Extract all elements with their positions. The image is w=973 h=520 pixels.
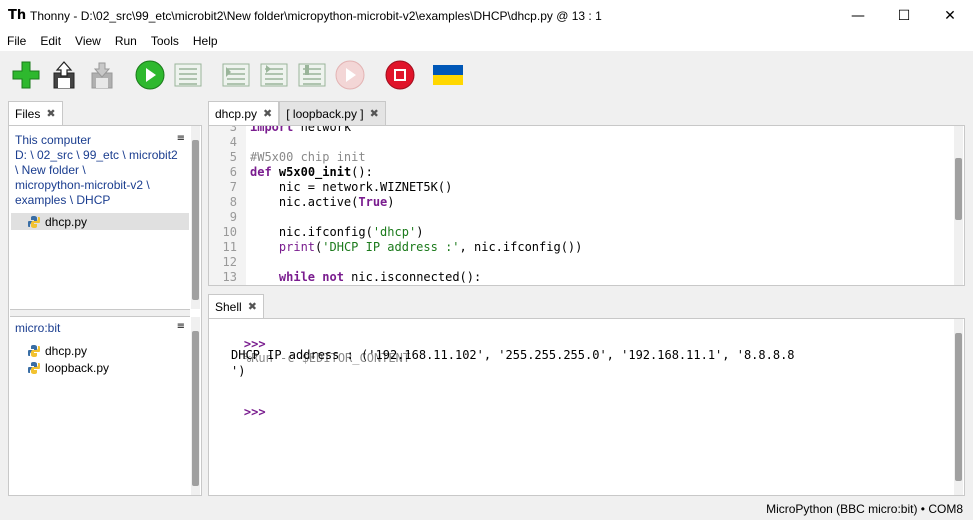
- shell-prompt: >>>: [243, 405, 266, 419]
- close-icon[interactable]: ✖: [263, 107, 272, 120]
- shell-output: DHCP IP address : ('192.168.11.102', '25…: [231, 348, 795, 362]
- close-icon[interactable]: ✖: [370, 107, 379, 120]
- stop-icon[interactable]: [384, 59, 416, 91]
- path-segment[interactable]: \ New folder \: [15, 163, 185, 178]
- line-number: 13: [222, 270, 237, 284]
- tab-label: dhcp.py: [215, 106, 258, 121]
- editor-tab-bar: dhcp.py ✖ [ loopback.py ] ✖: [208, 101, 386, 125]
- tab-loopback-py[interactable]: [ loopback.py ] ✖: [279, 101, 386, 125]
- code-line[interactable]: nic = network.WIZNET5K(): [250, 180, 452, 195]
- close-icon[interactable]: ✖: [248, 300, 257, 313]
- run-icon[interactable]: [134, 59, 166, 91]
- code-line[interactable]: def w5x00_init():: [250, 165, 373, 180]
- menu-icon[interactable]: ≡: [177, 133, 185, 144]
- scrollbar[interactable]: [954, 126, 963, 285]
- scrollbar[interactable]: [954, 319, 963, 495]
- line-number: 12: [222, 255, 237, 269]
- line-number: 3: [229, 125, 237, 134]
- microbit-title: micro:bit: [15, 321, 61, 335]
- new-file-icon[interactable]: [10, 59, 42, 91]
- menu-help[interactable]: Help: [186, 34, 225, 48]
- python-file-icon: [28, 344, 40, 357]
- file-name: loopback.py: [45, 360, 110, 375]
- files-panel: This computer ≡ D: \ 02_src \ 99_etc \ m…: [8, 125, 202, 496]
- line-number: 10: [222, 225, 237, 239]
- resume-icon[interactable]: [334, 59, 366, 91]
- shell-tab-bar: Shell ✖: [208, 294, 264, 318]
- scrollbar-thumb[interactable]: [955, 158, 962, 220]
- step-out-icon[interactable]: [296, 59, 328, 91]
- scrollbar[interactable]: [191, 317, 200, 495]
- close-icon[interactable]: ✖: [46, 107, 55, 120]
- path-segment[interactable]: micropython-microbit-v2 \: [15, 178, 185, 193]
- tab-dhcp-py[interactable]: dhcp.py ✖: [208, 101, 280, 125]
- close-button[interactable]: ✕: [927, 0, 973, 31]
- debug-icon[interactable]: [172, 59, 204, 91]
- line-number: 11: [222, 240, 237, 254]
- code-line[interactable]: while not nic.isconnected():: [250, 270, 481, 285]
- section-divider[interactable]: [10, 309, 190, 317]
- status-bar: MicroPython (BBC micro:bit) • COM8: [0, 498, 973, 520]
- path-segment[interactable]: D: \ 02_src \ 99_etc \ microbit2: [15, 148, 185, 163]
- list-item[interactable]: dhcp.py: [11, 213, 189, 230]
- window-title: Thonny - D:\02_src\99_etc\microbit2\New …: [30, 8, 602, 23]
- line-number: 4: [229, 135, 237, 149]
- load-icon[interactable]: [48, 59, 80, 91]
- ukraine-flag-icon[interactable]: [432, 59, 464, 91]
- menu-edit[interactable]: Edit: [33, 34, 68, 48]
- scrollbar-thumb[interactable]: [192, 140, 199, 300]
- code-line[interactable]: print('DHCP IP address :', nic.ifconfig(…: [250, 240, 582, 255]
- maximize-button[interactable]: ☐: [881, 0, 927, 31]
- thonny-logo-icon: Th: [8, 7, 27, 23]
- save-icon[interactable]: [86, 59, 118, 91]
- line-number: 5: [229, 150, 237, 164]
- scrollbar-thumb[interactable]: [955, 333, 962, 481]
- file-name: dhcp.py: [45, 343, 88, 358]
- code-line[interactable]: import network: [250, 126, 351, 135]
- menu-view[interactable]: View: [68, 34, 108, 48]
- this-computer-title: This computer: [15, 133, 92, 147]
- tab-files-label: Files: [15, 106, 41, 121]
- line-number: 9: [229, 210, 237, 224]
- menu-file[interactable]: File: [0, 34, 33, 48]
- scrollbar-thumb[interactable]: [192, 331, 199, 486]
- files-tab-bar: Files ✖: [8, 101, 63, 125]
- code-line[interactable]: nic.ifconfig('dhcp'): [250, 225, 424, 240]
- step-into-icon[interactable]: [258, 59, 290, 91]
- tab-label: [ loopback.py ]: [286, 106, 364, 121]
- title-bar: Th Thonny - D:\02_src\99_etc\microbit2\N…: [0, 0, 973, 31]
- menu-bar: File Edit View Run Tools Help: [0, 31, 973, 51]
- menu-icon[interactable]: ≡: [177, 321, 185, 332]
- path-segment[interactable]: examples \ DHCP: [15, 193, 185, 208]
- list-item[interactable]: dhcp.py: [11, 342, 189, 359]
- step-over-icon[interactable]: [220, 59, 252, 91]
- code-line[interactable]: #W5x00 chip init: [250, 150, 366, 165]
- tab-files[interactable]: Files ✖: [8, 101, 63, 125]
- python-file-icon: [28, 215, 40, 228]
- code-line[interactable]: nic.active(True): [250, 195, 395, 210]
- file-name: dhcp.py: [45, 214, 88, 229]
- line-number: 7: [229, 180, 237, 194]
- code-editor[interactable]: 3 import network 4 5 #W5x00 chip init 6 def w5…: [208, 125, 965, 286]
- shell-panel[interactable]: >>> %Run -c $EDITOR_CONTENT DHCP IP addr…: [208, 318, 965, 496]
- scrollbar[interactable]: [191, 126, 200, 309]
- line-number: 6: [229, 165, 237, 179]
- shell-output: '): [231, 364, 246, 378]
- interpreter-status[interactable]: MicroPython (BBC micro:bit) • COM8: [766, 502, 963, 516]
- line-number: 8: [229, 195, 237, 209]
- minimize-button[interactable]: —: [835, 0, 881, 31]
- toolbar: [0, 51, 973, 99]
- tab-shell[interactable]: Shell ✖: [208, 294, 264, 318]
- list-item[interactable]: loopback.py: [11, 359, 189, 376]
- tab-label: Shell: [215, 299, 242, 314]
- menu-run[interactable]: Run: [108, 34, 144, 48]
- menu-tools[interactable]: Tools: [144, 34, 186, 48]
- python-file-icon: [28, 361, 40, 374]
